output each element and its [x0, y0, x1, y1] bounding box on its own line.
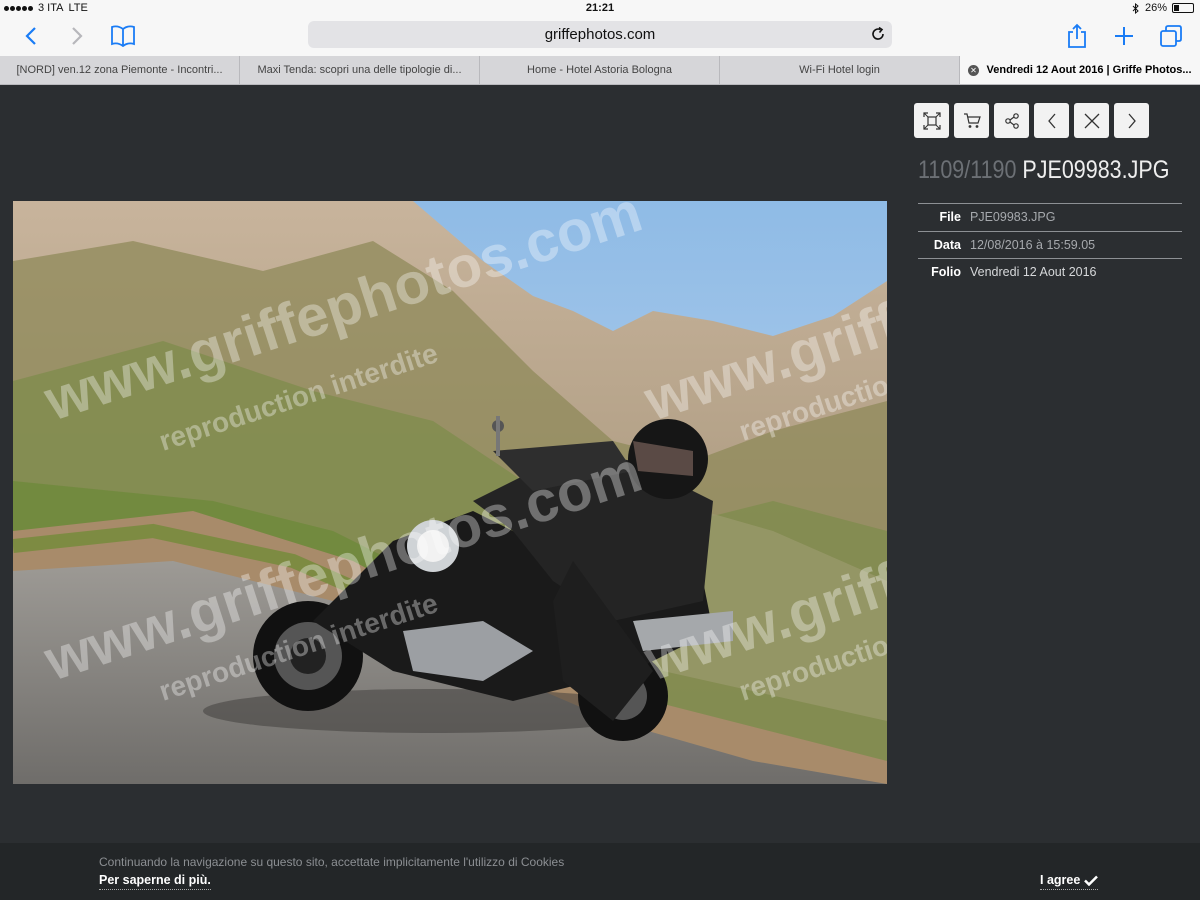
meta-key: File	[939, 210, 961, 225]
tab-label: [NORD] ven.12 zona Piemonte - Incontri..…	[16, 64, 223, 76]
reload-icon[interactable]	[870, 26, 886, 42]
meta-row-file: File PJE09983.JPG	[918, 203, 1182, 231]
close-tab-icon[interactable]: ✕	[968, 65, 979, 76]
tab-item[interactable]: Wi-Fi Hotel login	[720, 56, 960, 84]
status-bar: 3 ITA LTE 21:21 26%	[0, 0, 1200, 18]
photo-counter: 1109/1190	[918, 156, 1017, 184]
meta-key: Data	[933, 237, 961, 252]
chevron-left-icon	[1047, 113, 1055, 128]
share-photo-button[interactable]	[994, 103, 1029, 138]
photo-meta-table: File PJE09983.JPG Data 12/08/2016 à 15:5…	[918, 203, 1182, 286]
share-icon	[1068, 23, 1086, 48]
battery-icon	[1172, 3, 1194, 13]
viewer-actions	[914, 103, 1149, 138]
tab-strip: [NORD] ven.12 zona Piemonte - Incontri..…	[0, 56, 1200, 85]
tab-label: Vendredi 12 Aout 2016 | Griffe Photos...	[986, 64, 1192, 76]
meta-key: Folio	[931, 265, 961, 280]
chevron-right-icon	[1128, 113, 1136, 128]
tab-label: Wi-Fi Hotel login	[799, 64, 880, 76]
close-icon	[1084, 113, 1099, 128]
share-button[interactable]	[1066, 22, 1088, 50]
tab-label: Maxi Tenda: scopri una delle tipologie d…	[257, 64, 462, 76]
next-photo-button[interactable]	[1114, 103, 1149, 138]
agree-label: I agree	[1040, 873, 1081, 887]
meta-row-data: Data 12/08/2016 à 15:59.05	[918, 230, 1182, 259]
share-nodes-icon	[1004, 112, 1019, 129]
chevron-left-icon	[25, 27, 36, 45]
tab-label: Home - Hotel Astoria Bologna	[527, 64, 672, 76]
tab-item[interactable]: Home - Hotel Astoria Bologna	[480, 56, 720, 84]
tabs-button[interactable]	[1159, 22, 1183, 50]
photo-filename: PJE09983.JPG	[1022, 156, 1170, 184]
status-right: 26%	[1132, 2, 1194, 14]
agree-button[interactable]: I agree	[1040, 873, 1099, 890]
fullscreen-button[interactable]	[914, 103, 949, 138]
url-bar[interactable]: griffephotos.com	[308, 21, 892, 48]
add-to-cart-button[interactable]	[954, 103, 989, 138]
bookmarks-button[interactable]	[109, 22, 137, 50]
back-button[interactable]	[20, 22, 42, 50]
main-photo: www.griffephotos.com reproduction interd…	[13, 201, 887, 784]
tab-item-active[interactable]: ✕ Vendredi 12 Aout 2016 | Griffe Photos.…	[960, 56, 1200, 84]
tabs-icon	[1160, 25, 1182, 47]
plus-icon	[1115, 27, 1133, 45]
folio-link[interactable]: Vendredi 12 Aout 2016	[970, 265, 1097, 279]
new-tab-button[interactable]	[1113, 22, 1135, 50]
browser-toolbar: griffephotos.com	[0, 18, 1200, 56]
cookie-text: Continuando la navigazione su questo sit…	[99, 855, 565, 869]
bluetooth-icon	[1132, 2, 1139, 14]
status-time: 21:21	[585, 2, 615, 14]
tab-item[interactable]: Maxi Tenda: scopri una delle tipologie d…	[240, 56, 480, 84]
check-icon	[1084, 875, 1099, 886]
meta-value: PJE09983.JPG	[970, 210, 1056, 225]
expand-icon	[922, 111, 941, 130]
photo-title: 1109/1190 PJE09983.JPG	[918, 156, 1169, 185]
close-viewer-button[interactable]	[1074, 103, 1109, 138]
chevron-right-icon	[72, 27, 83, 45]
meta-row-folio: Folio Vendredi 12 Aout 2016	[918, 258, 1182, 286]
cookie-more-link[interactable]: Per saperne di più.	[99, 873, 211, 890]
cookie-banner: Continuando la navigazione su questo sit…	[0, 843, 1200, 900]
meta-value: 12/08/2016 à 15:59.05	[970, 237, 1096, 252]
battery-percent: 26%	[1144, 2, 1167, 14]
previous-photo-button[interactable]	[1034, 103, 1069, 138]
book-icon	[111, 25, 135, 47]
forward-button[interactable]	[66, 22, 88, 50]
motorcycle-photo: www.griffephotos.com reproduction interd…	[13, 201, 887, 784]
cart-icon	[963, 112, 981, 128]
url-text: griffephotos.com	[544, 26, 656, 43]
tab-item[interactable]: [NORD] ven.12 zona Piemonte - Incontri..…	[0, 56, 240, 84]
